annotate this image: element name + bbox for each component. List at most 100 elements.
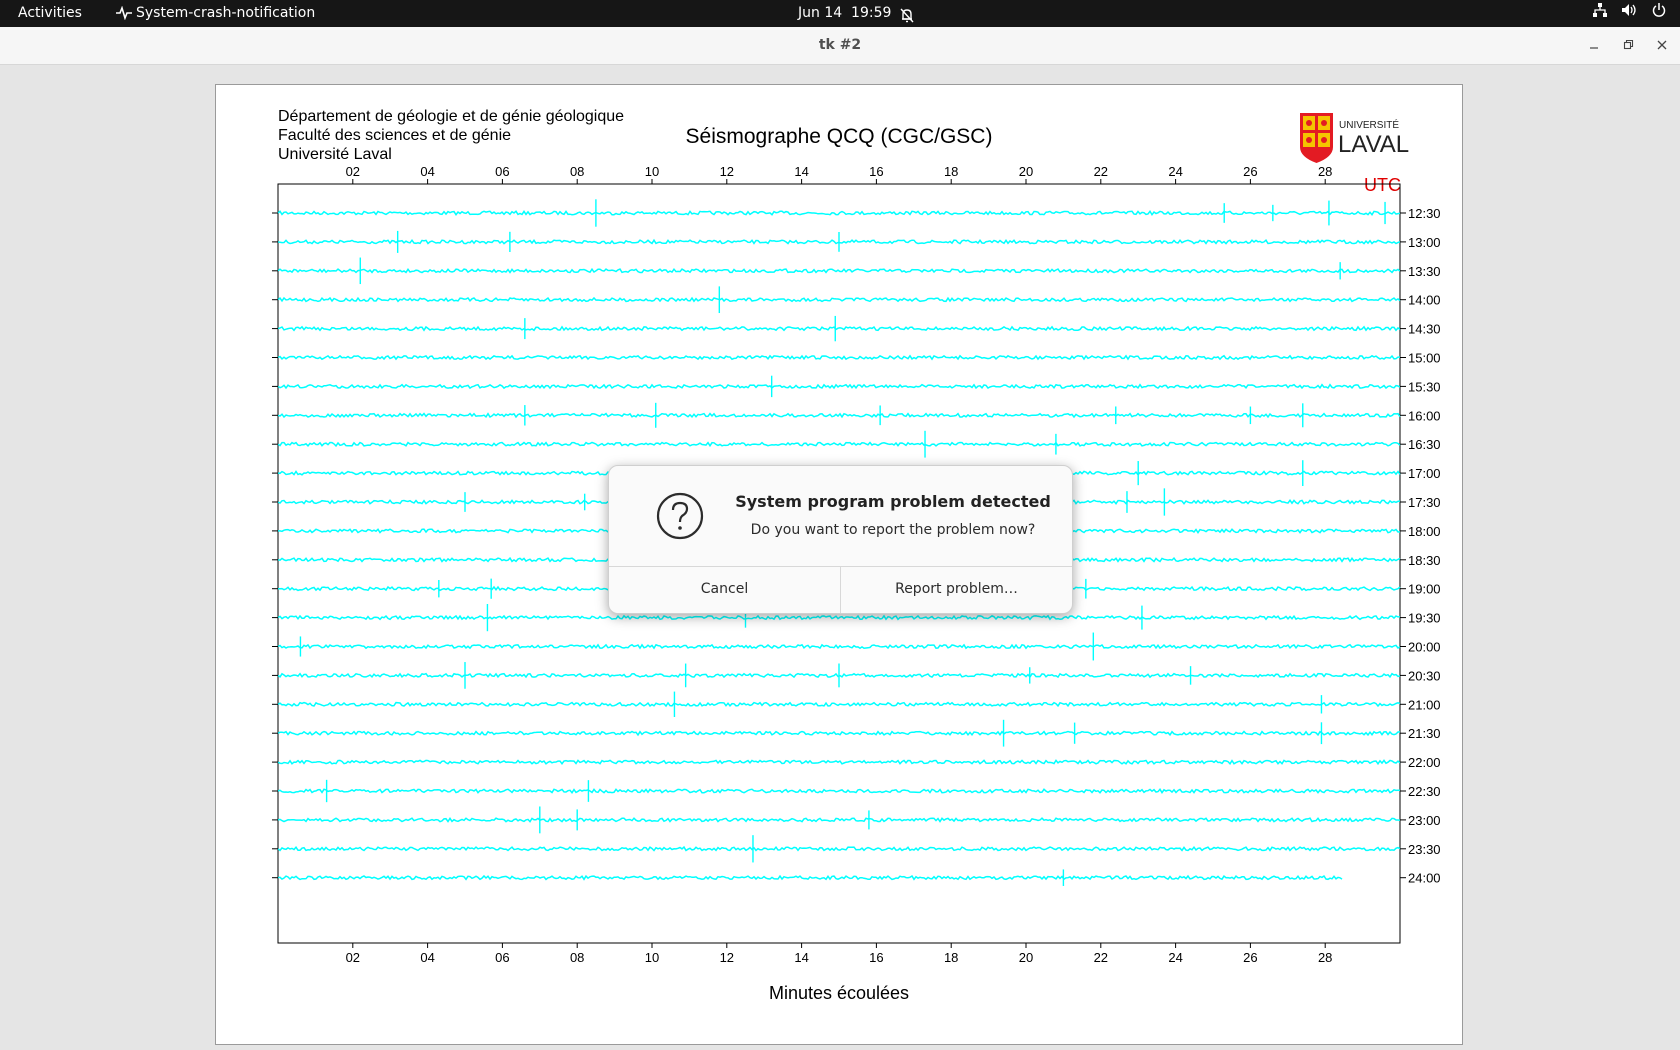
- trace-row: [277, 845, 1401, 852]
- x-tick-label-top: 02: [346, 164, 360, 179]
- logo-text-2: LAVAL: [1338, 131, 1409, 158]
- crash-app-icon: [116, 5, 132, 21]
- window-content: Département de géologie et de génie géol…: [0, 65, 1680, 1050]
- dept-line-3: Université Laval: [278, 146, 392, 163]
- x-tick-label-bottom: 22: [1094, 950, 1108, 965]
- clock[interactable]: Jun 14 19:59: [798, 0, 891, 27]
- x-tick-label-top: 06: [495, 164, 509, 179]
- window-titlebar[interactable]: tk #2: [0, 27, 1680, 65]
- activities-button[interactable]: Activities: [18, 0, 82, 27]
- trace-row: [277, 701, 1401, 708]
- trace-row: [277, 412, 1401, 419]
- close-button[interactable]: [1654, 37, 1670, 53]
- y-tick-label: 13:30: [1408, 264, 1441, 279]
- x-tick-label-top: 18: [944, 164, 958, 179]
- y-tick-label: 14:00: [1408, 293, 1441, 308]
- x-tick-label-top: 28: [1318, 164, 1332, 179]
- trace-row: [277, 643, 1401, 650]
- x-tick-label-bottom: 14: [794, 950, 808, 965]
- y-tick-label: 23:00: [1408, 813, 1441, 828]
- notifications-muted-icon[interactable]: [900, 6, 914, 23]
- clock-time: 19:59: [851, 5, 892, 21]
- y-tick-label: 19:30: [1408, 611, 1441, 626]
- x-tick-label-bottom: 20: [1019, 950, 1033, 965]
- x-tick-label-top: 12: [720, 164, 734, 179]
- trace-row: [277, 296, 1401, 303]
- maximize-button[interactable]: [1620, 37, 1636, 53]
- x-tick-label-top: 16: [869, 164, 883, 179]
- y-tick-label: 17:00: [1408, 466, 1441, 481]
- y-tick-label: 17:30: [1408, 495, 1441, 510]
- x-tick-label-bottom: 10: [645, 950, 659, 965]
- x-axis-label: Minutes écoulées: [769, 983, 909, 1003]
- y-tick-label: 22:00: [1408, 755, 1441, 770]
- x-tick-label-top: 26: [1243, 164, 1257, 179]
- trace-row: [277, 788, 1401, 794]
- logo-text-1: UNIVERSITÉ: [1339, 118, 1399, 131]
- x-tick-label-top: 24: [1168, 164, 1182, 179]
- trace-row: [277, 730, 1401, 737]
- utc-label: UTC: [1364, 175, 1401, 195]
- top-bar: Activities System-crash-notification Jun…: [0, 0, 1680, 27]
- y-tick-label: 20:30: [1408, 668, 1441, 683]
- dialog-message: Do you want to report the problem now?: [750, 522, 1036, 538]
- system-tray[interactable]: [1583, 0, 1666, 27]
- y-tick-label: 18:00: [1408, 524, 1441, 539]
- trace-row: [277, 614, 1401, 621]
- cancel-button[interactable]: Cancel: [609, 567, 841, 613]
- minimize-icon: [1590, 47, 1598, 49]
- trace-row: [277, 325, 1401, 332]
- y-tick-label: 15:30: [1408, 379, 1441, 394]
- trace-row: [277, 874, 1343, 881]
- x-tick-label-top: 22: [1094, 164, 1108, 179]
- app-menu-label: System-crash-notification: [136, 5, 316, 21]
- trace-row: [277, 383, 1401, 390]
- dept-line-1: Département de géologie et de génie géol…: [278, 108, 624, 125]
- x-tick-label-bottom: 18: [944, 950, 958, 965]
- y-tick-label: 15:00: [1408, 351, 1441, 366]
- volume-icon: [1621, 0, 1638, 27]
- x-tick-label-top: 08: [570, 164, 584, 179]
- y-tick-label: 18:30: [1408, 553, 1441, 568]
- trace-row: [277, 759, 1401, 766]
- x-tick-label-bottom: 24: [1168, 950, 1182, 965]
- x-tick-label-bottom: 08: [570, 950, 584, 965]
- y-tick-label: 16:30: [1408, 437, 1441, 452]
- y-tick-label: 21:00: [1408, 697, 1441, 712]
- trace-row: [277, 209, 1401, 217]
- trace-row: [277, 441, 1401, 448]
- x-tick-label-bottom: 06: [495, 950, 509, 965]
- close-icon: [1657, 40, 1667, 50]
- x-tick-label-bottom: 26: [1243, 950, 1257, 965]
- minimize-button[interactable]: [1586, 37, 1602, 53]
- y-tick-label: 12:30: [1408, 206, 1441, 221]
- clock-date: Jun 14: [798, 5, 843, 21]
- report-problem-button[interactable]: Report problem…: [841, 567, 1072, 613]
- y-tick-label: 24:00: [1408, 871, 1441, 886]
- restore-icon: [1623, 39, 1634, 50]
- y-tick-label: 21:30: [1408, 726, 1441, 741]
- window-title: tk #2: [818, 37, 862, 53]
- y-tick-label: 16:00: [1408, 408, 1441, 423]
- trace-row: [277, 817, 1401, 823]
- university-logo: UNIVERSITÉ LAVAL: [1300, 113, 1409, 163]
- x-tick-label-top: 14: [794, 164, 808, 179]
- x-tick-label-bottom: 04: [420, 950, 434, 965]
- x-tick-label-bottom: 16: [869, 950, 883, 965]
- power-icon: [1652, 0, 1666, 27]
- chart-title: Séismographe QCQ (CGC/GSC): [686, 125, 993, 148]
- x-tick-label-bottom: 02: [346, 950, 360, 965]
- x-tick-label-bottom: 28: [1318, 950, 1332, 965]
- question-icon: [656, 492, 704, 540]
- x-tick-label-bottom: 12: [720, 950, 734, 965]
- x-tick-label-top: 04: [420, 164, 434, 179]
- dialog-buttons: Cancel Report problem…: [609, 566, 1072, 613]
- app-menu[interactable]: System-crash-notification: [116, 0, 315, 27]
- x-tick-label-top: 10: [645, 164, 659, 179]
- network-icon: [1593, 0, 1608, 27]
- dialog-title: System program problem detected: [735, 492, 1051, 511]
- y-tick-label: 13:00: [1408, 235, 1441, 250]
- y-tick-label: 20:00: [1408, 640, 1441, 655]
- y-tick-label: 22:30: [1408, 784, 1441, 799]
- trace-row: [277, 354, 1400, 361]
